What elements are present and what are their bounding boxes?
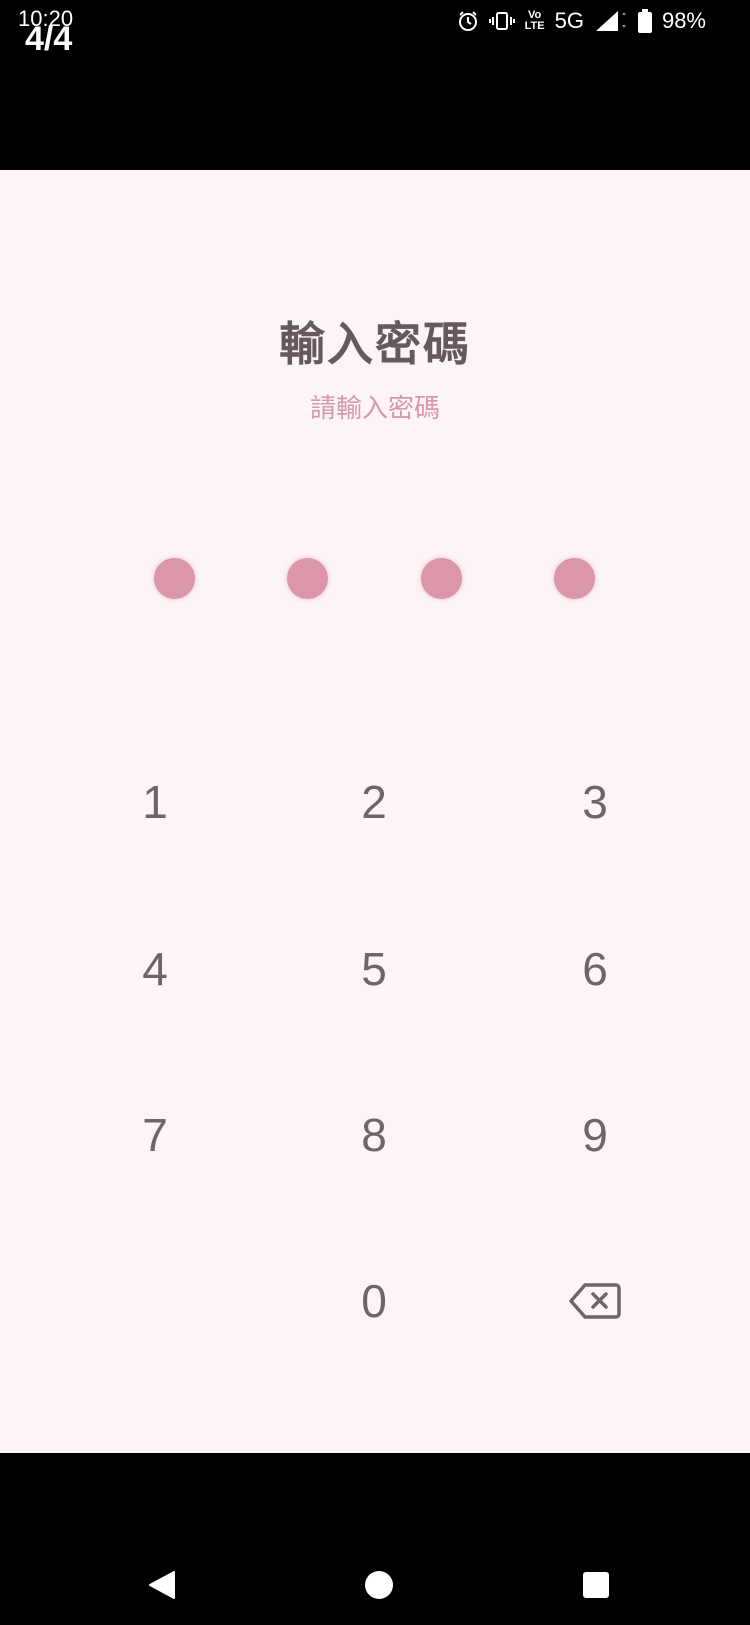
back-button[interactable] [132,1557,192,1617]
recents-button[interactable] [566,1557,626,1617]
status-icons: Vo LTE 5G 98% [457,6,706,36]
key-5[interactable]: 5 [299,919,449,1019]
signal-icon [594,9,628,33]
keypad: 1 2 3 4 5 6 7 8 9 0 [0,170,750,1453]
backspace-button[interactable] [520,1251,670,1351]
vibrate-icon [488,10,515,32]
battery-icon [637,9,652,33]
home-icon [364,1570,394,1605]
key-7[interactable]: 7 [80,1085,230,1185]
lte-label: LTE [524,20,545,32]
key-8[interactable]: 8 [299,1085,449,1185]
key-2[interactable]: 2 [299,752,449,852]
battery-percent: 98% [661,8,706,33]
alarm-icon [457,10,479,32]
home-button[interactable] [349,1557,409,1617]
recents-icon [582,1571,610,1604]
backspace-icon [569,1282,621,1320]
status-bar: 10:20 4/4 Vo LTE 5G 98% [0,0,750,170]
volte-icon: Vo LTE [525,10,545,32]
key-6[interactable]: 6 [520,919,670,1019]
navigation-bar [0,1453,750,1625]
key-0[interactable]: 0 [299,1251,449,1351]
key-9[interactable]: 9 [520,1085,670,1185]
back-icon [148,1570,176,1605]
key-3[interactable]: 3 [520,752,670,852]
passcode-screen: 輸入密碼 請輸入密碼 1 2 3 4 5 6 7 8 9 0 [0,170,750,1453]
page-counter: 4/4 [25,20,73,58]
key-1[interactable]: 1 [80,752,230,852]
screen: 10:20 4/4 Vo LTE 5G 98% 輸入密碼 請輸入密碼 1 2 3… [0,0,750,1625]
key-4[interactable]: 4 [80,919,230,1019]
network-type: 5G [554,8,584,33]
